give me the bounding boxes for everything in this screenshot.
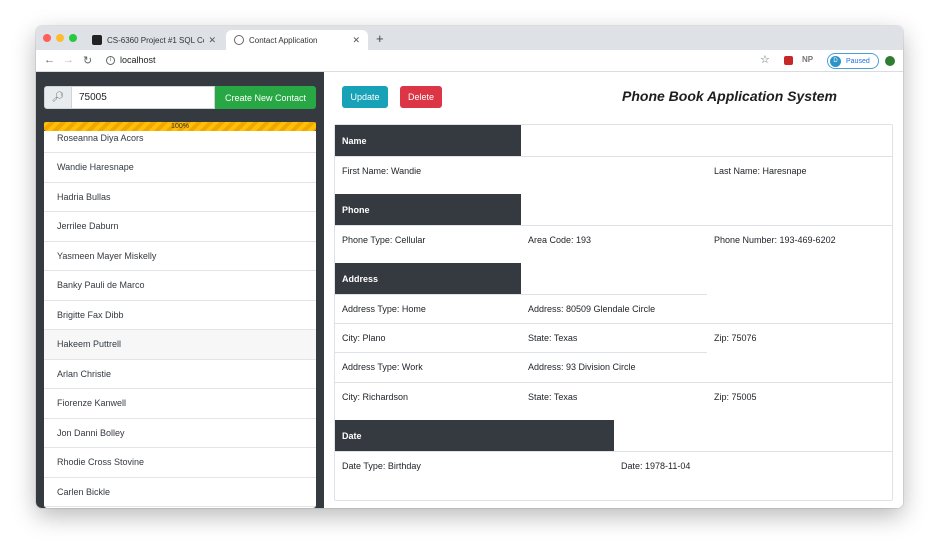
phone-number-value: Phone Number: 193-469-6202 — [714, 235, 836, 245]
tab-title: Contact Application — [249, 35, 318, 45]
globe-favicon-icon — [234, 35, 244, 45]
city-value: City: Richardson — [342, 392, 409, 402]
tab-contact-application[interactable]: Contact Application ✕ — [226, 30, 368, 50]
search-group: 🔎︎ Create New Contact — [44, 86, 316, 109]
first-name-value: First Name: Wandie — [342, 166, 422, 176]
forward-icon[interactable]: → — [63, 54, 74, 66]
extension-green-icon[interactable] — [885, 56, 895, 66]
address-work-row: Address Type: Work Address: 93 Division … — [335, 352, 707, 381]
progress-bar: 100% — [44, 122, 316, 131]
contact-card: Name First Name: Wandie Last Name: Hares… — [334, 124, 893, 501]
area-code-value: Area Code: 193 — [528, 235, 592, 245]
list-item[interactable]: Hakeem Puttrell — [44, 330, 316, 360]
bookmark-star-icon[interactable]: ☆ — [760, 53, 770, 66]
maximize-window-button[interactable] — [69, 34, 77, 42]
tab-title: CS-6360 Project #1 SQL Contac — [107, 35, 204, 45]
address-type-value: Address Type: Home — [342, 304, 426, 314]
city-value: City: Plano — [342, 333, 386, 343]
update-button[interactable]: Update — [342, 86, 388, 108]
state-value: State: Texas — [528, 333, 578, 343]
contact-detail-panel: Update Delete Phone Book Application Sys… — [324, 72, 903, 508]
date-type-value: Date Type: Birthday — [342, 461, 421, 471]
page-title: Phone Book Application System — [622, 88, 837, 104]
name-row: First Name: Wandie Last Name: Haresnape — [335, 156, 892, 185]
list-item[interactable]: Hadria Bullas — [44, 183, 316, 212]
state-value: State: Texas — [528, 392, 578, 402]
delete-button[interactable]: Delete — [400, 86, 442, 108]
reload-icon[interactable]: ↻ — [83, 54, 92, 67]
address-bar[interactable]: localhost — [120, 55, 156, 65]
date-value: Date: 1978-11-04 — [621, 461, 691, 471]
address-type-value: Address Type: Work — [342, 362, 423, 372]
phone-section-header: Phone — [335, 194, 521, 225]
page-viewport: 🔎︎ Create New Contact 100% Roseanna Diya… — [36, 72, 903, 508]
phone-row: Phone Type: Cellular Area Code: 193 Phon… — [335, 225, 892, 254]
list-item[interactable]: Rhodie Cross Stovine — [44, 448, 316, 478]
contact-list: Roseanna Diya Acors Wandie Haresnape Had… — [44, 131, 316, 508]
list-item[interactable]: Jerrilee Daburn — [44, 212, 316, 242]
browser-window: CS-6360 Project #1 SQL Contac ✕ Contact … — [36, 26, 903, 508]
search-input[interactable] — [72, 86, 215, 109]
list-item[interactable]: Fiorenze Kanwell — [44, 389, 316, 419]
address-home-city-row: City: Plano State: Texas Zip: 75076 — [335, 323, 892, 352]
close-tab-icon[interactable]: ✕ — [352, 35, 360, 46]
phone-type-value: Phone Type: Cellular — [342, 235, 426, 245]
create-new-contact-button[interactable]: Create New Contact — [215, 86, 316, 109]
list-item[interactable]: Jon Danni Bolley — [44, 419, 316, 448]
new-tab-icon[interactable]: + — [376, 31, 384, 46]
site-info-icon[interactable]: i — [106, 56, 115, 65]
date-section-header: Date — [335, 420, 614, 451]
extension-np-icon[interactable]: NP — [802, 55, 813, 64]
profile-button[interactable]: D Paused — [827, 53, 879, 69]
list-item[interactable]: Brigitte Fax Dibb — [44, 301, 316, 330]
zip-value: Zip: 75076 — [714, 333, 757, 343]
name-section-header: Name — [335, 125, 521, 156]
address-work-city-row: City: Richardson State: Texas Zip: 75005 — [335, 382, 892, 411]
list-item[interactable]: Wandie Haresnape — [44, 153, 316, 183]
back-icon[interactable]: ← — [44, 54, 55, 66]
list-item[interactable]: Arlan Christie — [44, 360, 316, 389]
window-controls — [43, 34, 77, 42]
sidebar: 🔎︎ Create New Contact 100% Roseanna Diya… — [36, 72, 324, 508]
date-row: Date Type: Birthday Date: 1978-11-04 — [335, 451, 892, 480]
street-address-value: Address: 93 Division Circle — [528, 362, 636, 372]
close-tab-icon[interactable]: ✕ — [208, 35, 216, 46]
list-item[interactable]: Yasmeen Mayer Miskelly — [44, 242, 316, 271]
extension-shield-icon[interactable] — [784, 56, 793, 65]
avatar: D — [830, 55, 841, 67]
browser-toolbar: ← → ↻ i localhost ☆ NP D Paused — [36, 50, 903, 72]
street-address-value: Address: 80509 Glendale Circle — [528, 304, 656, 314]
list-item[interactable]: Roseanna Diya Acors — [44, 131, 316, 153]
last-name-value: Last Name: Haresnape — [714, 166, 807, 176]
close-window-button[interactable] — [43, 34, 51, 42]
search-icon: 🔎︎ — [44, 86, 72, 109]
profile-status: Paused — [846, 57, 870, 65]
zip-value: Zip: 75005 — [714, 392, 757, 402]
tab-strip: CS-6360 Project #1 SQL Contac ✕ Contact … — [36, 26, 903, 50]
tab-sql-contacts[interactable]: CS-6360 Project #1 SQL Contac ✕ — [84, 30, 224, 50]
list-item[interactable]: Banky Pauli de Marco — [44, 271, 316, 301]
minimize-window-button[interactable] — [56, 34, 64, 42]
address-section-header: Address — [335, 263, 521, 294]
db-favicon-icon — [92, 35, 102, 45]
address-home-row: Address Type: Home Address: 80509 Glenda… — [335, 294, 707, 323]
list-item[interactable]: Carlen Bickle — [44, 478, 316, 507]
